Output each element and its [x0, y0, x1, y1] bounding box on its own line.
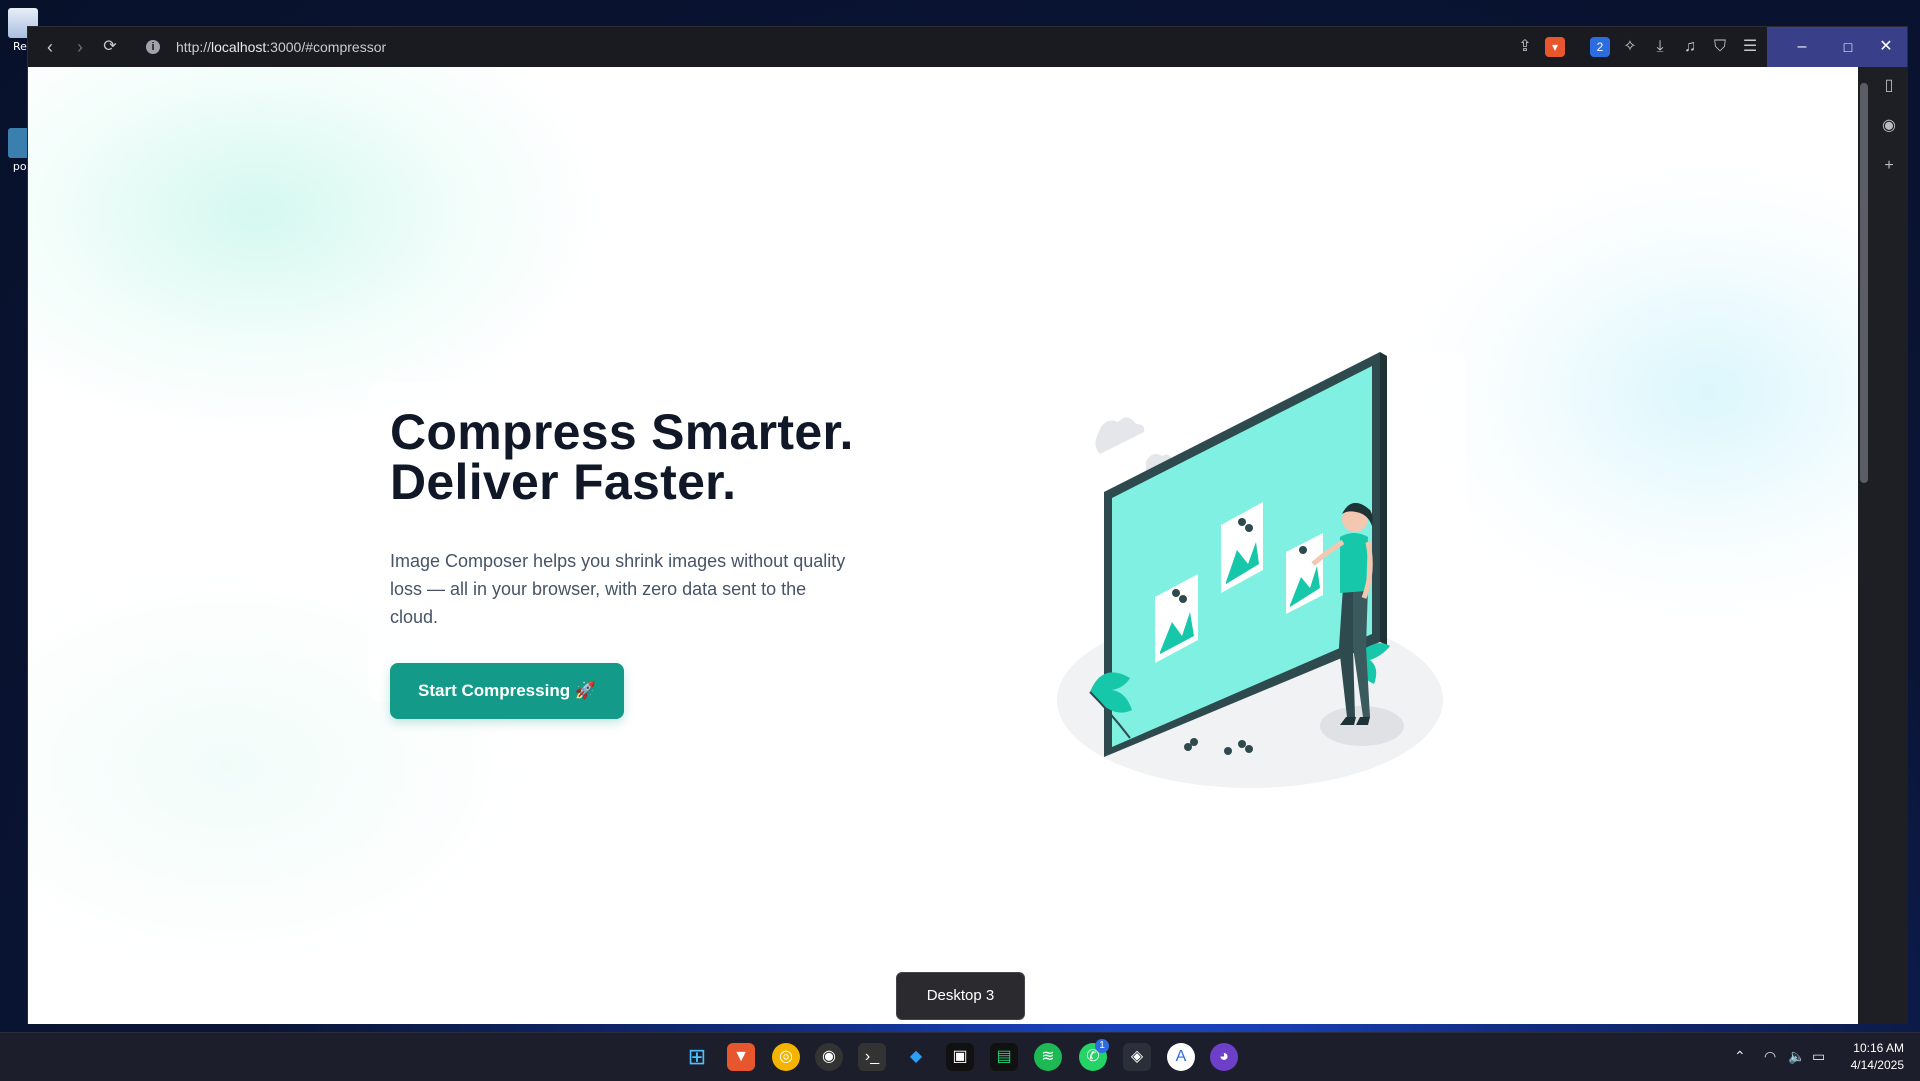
appstore-icon[interactable]: A	[1167, 1043, 1195, 1071]
brave-icon[interactable]: ▼	[727, 1043, 755, 1071]
extensions-icon[interactable]: ✧	[1620, 37, 1640, 57]
background-glow	[1408, 167, 1858, 617]
notion-icon[interactable]: ▣	[946, 1043, 974, 1071]
wifi-icon[interactable]: ◠	[1764, 1048, 1776, 1065]
forward-icon[interactable]: ›	[68, 35, 92, 59]
browser-side-panel	[1870, 67, 1908, 1024]
web-icon[interactable]: ◉	[1878, 115, 1900, 137]
volume-icon[interactable]: 🔈	[1788, 1048, 1805, 1065]
clock[interactable]: 10:16 AM 4/14/2025	[1836, 1040, 1904, 1074]
url-text: http://localhost:3000/#compressor	[176, 39, 387, 55]
image-board-illustration	[1057, 352, 1443, 788]
page-viewport: Compress Smarter. Deliver Faster. Image …	[28, 67, 1858, 1024]
tray-expand-icon[interactable]: ⌃	[1734, 1048, 1746, 1065]
address-bar[interactable]: i http://localhost:3000/#compressor	[134, 33, 1544, 61]
browser-toolbar: ‹ › ⟳ i http://localhost:3000/#compresso…	[28, 27, 1907, 67]
browser-window: ‹ › ⟳ i http://localhost:3000/#compresso…	[27, 26, 1908, 1024]
extension-bitwarden-icon[interactable]: 2	[1590, 37, 1610, 57]
hero-title-line2: Deliver Faster.	[390, 454, 737, 510]
vscode-icon[interactable]: ◆	[902, 1043, 930, 1071]
whatsapp-badge: 1	[1095, 1039, 1109, 1053]
clock-time: 10:16 AM	[1853, 1041, 1904, 1055]
obs-icon[interactable]: ◉	[815, 1043, 843, 1071]
sidebar-toggle-icon[interactable]: ▯	[1878, 75, 1900, 97]
menu-icon[interactable]: ☰	[1740, 37, 1760, 57]
minimize-button[interactable]: –	[1779, 27, 1825, 67]
battery-icon[interactable]: ▭	[1812, 1048, 1825, 1065]
davinci-icon[interactable]: ◈	[1123, 1043, 1151, 1071]
hero-title-line1: Compress Smarter.	[390, 404, 854, 460]
download-icon[interactable]: ⤓	[1650, 37, 1670, 57]
chrome-icon[interactable]: ◎	[772, 1043, 800, 1071]
desktop-tooltip: Desktop 3	[896, 972, 1025, 1020]
reload-icon[interactable]: ⟳	[98, 35, 122, 59]
add-icon[interactable]: +	[1878, 155, 1900, 177]
brave-shields-icon[interactable]: ▾	[1545, 37, 1565, 57]
site-info-icon[interactable]: i	[146, 40, 160, 54]
start-compressing-button[interactable]: Start Compressing 🚀	[390, 663, 624, 719]
hero-title: Compress Smarter. Deliver Faster.	[390, 407, 950, 507]
scrollbar-thumb[interactable]	[1860, 83, 1868, 483]
media-icon[interactable]: ♫	[1680, 37, 1700, 57]
clock-date: 4/14/2025	[1850, 1058, 1904, 1072]
app-icon[interactable]: ▤	[990, 1043, 1018, 1071]
vpn-icon[interactable]: ⛉	[1710, 37, 1730, 57]
terminal-icon[interactable]: ›_	[858, 1043, 886, 1071]
hero-description: Image Composer helps you shrink images w…	[390, 551, 846, 627]
close-button[interactable]: ✕	[1863, 27, 1909, 67]
spotify-icon[interactable]: ≋	[1034, 1043, 1062, 1071]
back-icon[interactable]: ‹	[38, 35, 62, 59]
share-icon[interactable]: ⇪	[1515, 37, 1535, 57]
github-icon[interactable]: ◕	[1210, 1043, 1238, 1071]
start-icon[interactable]: ⊞	[683, 1043, 711, 1071]
